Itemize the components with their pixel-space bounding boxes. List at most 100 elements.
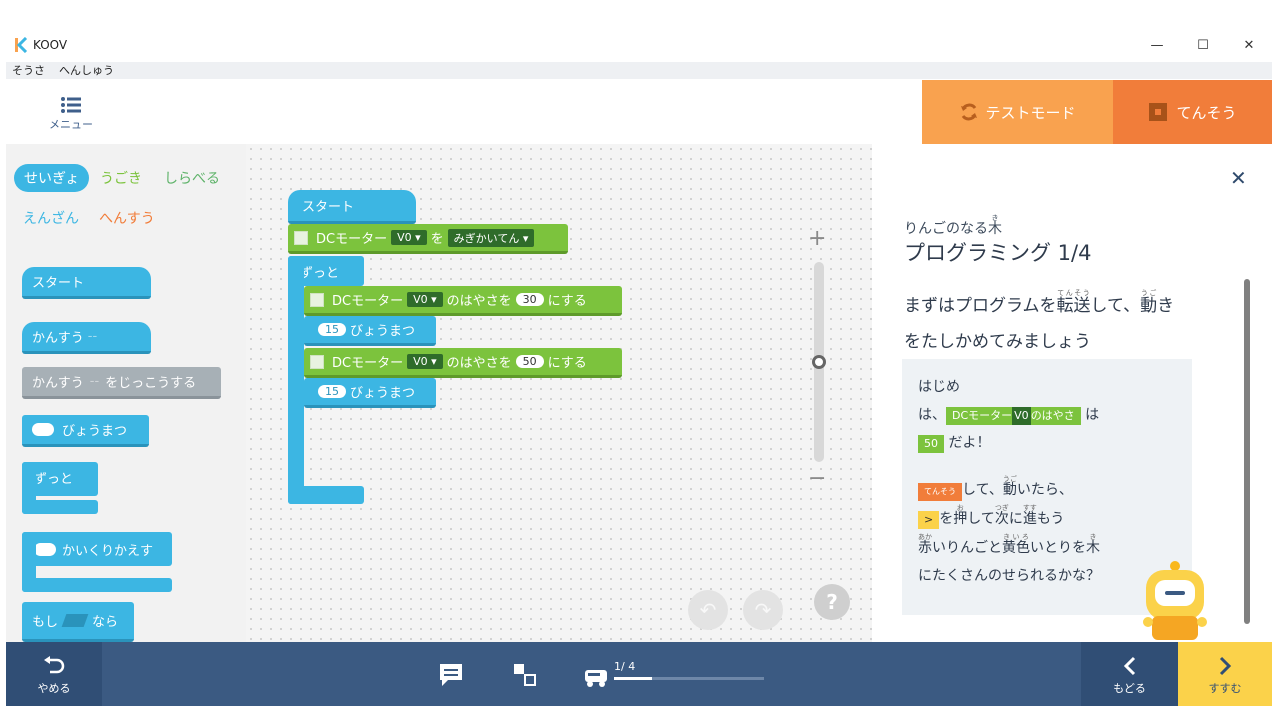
palette-forever-bottom [22, 500, 98, 514]
close-window-button[interactable]: ✕ [1226, 30, 1272, 60]
ws-wait-block-2[interactable]: 15 びょうまつ [304, 378, 436, 408]
ws-speed2-port-select[interactable]: V0 ▾ [407, 354, 443, 369]
story-l4-kanji: 動 [1002, 482, 1017, 498]
ws-speed1-value[interactable]: 30 [515, 293, 544, 306]
list-menu-icon [61, 97, 81, 113]
palette-wait-label: びょうまつ [62, 424, 128, 439]
palette-start-block[interactable]: スタート [22, 267, 151, 299]
palette-run-function-block[interactable]: かんすう -- をじっこうする [22, 367, 221, 399]
menu-item-operation[interactable]: そうさ [12, 62, 45, 79]
ws-motor-port-select[interactable]: V0 ▾ [391, 230, 427, 245]
refresh-icon [961, 103, 978, 121]
story-l6-r1: あか [918, 533, 932, 541]
palette-if-post: なら [92, 615, 119, 630]
ws-speed1-mid: のはやさを [446, 294, 512, 309]
back-label: もどる [1113, 682, 1146, 695]
palette-function-block[interactable]: かんすう -- [22, 322, 151, 354]
desc-part-a: まずはプログラムを [904, 296, 1057, 316]
ws-start-block[interactable]: スタート [288, 190, 416, 224]
subtitle-text: りんごのなる [904, 221, 988, 237]
palette-forever-label: ずっと [34, 472, 74, 487]
palette-if-pre: もし [32, 615, 59, 630]
code-workspace[interactable]: スタート DCモーター V0 ▾ を みぎかいてん ▾ ずっと DCモーター V… [246, 144, 872, 642]
menu-button[interactable]: メニュー [46, 96, 96, 132]
story-line-5: > を押おして次つぎに進すすもう [918, 504, 1176, 533]
ws-wait1-value[interactable]: 15 [318, 323, 346, 336]
close-panel-button[interactable]: ✕ [1230, 166, 1247, 190]
story-l5-c: に [1008, 511, 1023, 527]
ws-speed-block-2[interactable]: DCモーター V0 ▾ のはやさを 50 にする [304, 348, 622, 378]
block-palette: せいぎょ うごき しらべる えんざん へんすう スタート かんすう -- かんすう… [6, 144, 246, 642]
window-title: KOOV [33, 38, 68, 52]
undo-button[interactable]: ↶ [688, 590, 728, 630]
if-condition-slot [61, 614, 89, 627]
ws-speed2-value[interactable]: 50 [515, 355, 544, 368]
category-motion[interactable]: うごき [100, 168, 142, 188]
redo-button[interactable]: ↷ [743, 590, 783, 630]
story-l2-post: は [1080, 407, 1100, 423]
top-toolbar: メニュー テストモード てんそう [6, 80, 1272, 144]
palette-function-label: かんすう [32, 331, 84, 346]
zoom-out-button[interactable]: − [808, 466, 826, 491]
story-l6-r2: きいろ [1002, 533, 1030, 541]
repeat-oval-slot [34, 543, 56, 556]
desc-tensou-ruby: てんそう [1056, 289, 1091, 297]
maximize-button[interactable]: ☐ [1180, 30, 1226, 60]
story-transfer-tag: てんそう [918, 483, 962, 501]
category-variables[interactable]: へんすう [99, 208, 155, 228]
transfer-button[interactable]: てんそう [1113, 80, 1272, 144]
story-l5-r3: すす [1022, 504, 1037, 512]
category-control[interactable]: せいぎょ [14, 164, 90, 192]
story-line-7: にたくさんのせられるかな？ [918, 568, 1100, 584]
story-l6-k2: 黄色 [1002, 540, 1030, 556]
test-mode-label: テストモード [985, 103, 1076, 122]
category-operators[interactable]: えんざん [23, 208, 79, 228]
story-l5-a: を [939, 511, 954, 527]
ws-speed2-post: にする [547, 356, 587, 371]
ws-direction-select[interactable]: みぎかいてん ▾ [447, 228, 535, 247]
story-tag-port: V0 [1012, 407, 1031, 425]
test-mode-button[interactable]: テストモード [922, 80, 1113, 144]
zoom-slider-knob[interactable] [812, 355, 826, 369]
story-l2-pre: は、 [918, 407, 946, 423]
menu-item-edit[interactable]: へんしゅう [59, 62, 114, 79]
quit-button[interactable]: やめる [6, 642, 102, 706]
motor-cube-icon [310, 354, 324, 369]
help-button[interactable]: ? [814, 584, 850, 620]
palette-repeat-content: かいくりかえす [34, 540, 153, 559]
next-button[interactable]: すすむ [1178, 642, 1272, 706]
progress-fill [614, 677, 652, 680]
story-tag-motor: DCモーター [952, 409, 1013, 422]
ws-wait2-label: びょうまつ [350, 386, 416, 401]
category-sensing[interactable]: しらべる [164, 168, 220, 188]
palette-wait-block[interactable]: びょうまつ [22, 415, 149, 447]
comment-icon[interactable] [438, 662, 464, 688]
lesson-subtitle: りんごのなる木き [904, 214, 1002, 238]
ws-wait2-value[interactable]: 15 [318, 385, 346, 398]
bottom-navigation: やめる 1/ 4 もどる すすむ [6, 642, 1272, 706]
progress-label: 1/ 4 [614, 660, 636, 673]
ws-forever-label: ずっと [300, 266, 340, 281]
story-l5-r1: お [953, 504, 968, 512]
minimize-icon: — [1150, 37, 1164, 53]
ws-speed1-post: にする [547, 294, 587, 309]
ws-speed-block-1[interactable]: DCモーター V0 ▾ のはやさを 30 にする [304, 286, 622, 316]
story-line-4: てんそう して、動うごいたら、 [918, 475, 1176, 504]
palette-if-block[interactable]: もし なら [22, 602, 134, 642]
ws-forever-side [288, 256, 304, 504]
story-l6-r3: き [1086, 533, 1100, 541]
minimize-button[interactable]: — [1134, 30, 1180, 60]
subtitle-ruby: き [988, 214, 1002, 222]
progress-track [614, 677, 764, 680]
panel-scrollbar[interactable] [1244, 279, 1250, 624]
zoom-in-button[interactable]: + [808, 226, 826, 251]
story-next-tag: > [918, 511, 940, 529]
story-line-6: 赤あかいりんごと黄色きいろいとりを木き [918, 533, 1176, 562]
back-button[interactable]: もどる [1081, 642, 1178, 706]
ws-speed1-port-select[interactable]: V0 ▾ [407, 292, 443, 307]
undo-icon: ↶ [699, 598, 717, 622]
build-blocks-icon[interactable] [512, 662, 538, 688]
ws-motor-direction-block[interactable]: DCモーター V0 ▾ を みぎかいてん ▾ [288, 224, 568, 254]
ws-wait-block-1[interactable]: 15 びょうまつ [304, 316, 436, 346]
koov-logo-icon [15, 37, 28, 53]
